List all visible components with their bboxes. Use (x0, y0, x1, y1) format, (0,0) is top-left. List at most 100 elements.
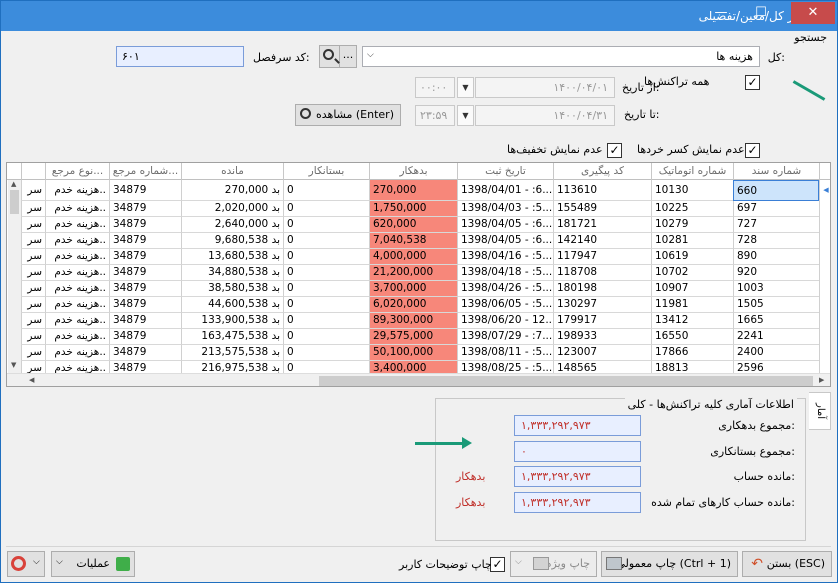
table-cell[interactable]: هزینه خدم.. (45, 329, 109, 345)
table-cell[interactable]: 0 (283, 233, 369, 249)
print-normal-button[interactable]: چاپ معمولی (Ctrl + 1) (601, 551, 738, 577)
print-desc-checkbox[interactable]: ✓ (490, 557, 505, 572)
table-cell[interactable]: 7,040,538 (369, 233, 457, 249)
table-cell[interactable]: 4,000,000 (369, 249, 457, 265)
table-cell[interactable]: 1398/04/03 - :5... (457, 201, 553, 217)
table-cell[interactable]: 34879 (109, 180, 181, 201)
table-cell[interactable]: 34879 (109, 281, 181, 297)
row-selector[interactable] (819, 281, 830, 297)
table-cell[interactable]: هزینه خدم.. (45, 297, 109, 313)
table-cell[interactable]: 0 (283, 345, 369, 361)
table-cell[interactable]: 180198 (553, 281, 651, 297)
scroll-right-icon[interactable]: ▶ (819, 376, 824, 384)
table-cell[interactable]: 29,575,000 (369, 329, 457, 345)
table-cell[interactable]: 620,000 (369, 217, 457, 233)
table-row[interactable]: سر هزینه خدم.. 34879 9,680,538 بد 0 7,040,538… (7, 233, 830, 249)
table-cell[interactable]: 50,100,000 (369, 345, 457, 361)
table-cell[interactable]: 1505 (733, 297, 819, 313)
horizontal-scrollbar[interactable]: ◀ ▶ (7, 373, 830, 386)
row-selector[interactable] (819, 217, 830, 233)
close-button[interactable]: ↶ بستن (ESC) (742, 551, 832, 577)
completed-balance-field[interactable]: ۱,۳۳۳,۲۹۲,۹۷۳ (514, 492, 641, 513)
table-cell[interactable]: 13,680,538 بد (181, 249, 283, 265)
table-cell[interactable]: 0 (283, 313, 369, 329)
table-cell[interactable]: 890 (733, 249, 819, 265)
to-date-input[interactable]: ۱۴۰۰/۰۴/۳۱ (475, 105, 615, 126)
table-cell[interactable]: هزینه خدم.. (45, 233, 109, 249)
table-row[interactable]: سر هزینه خدم.. 34879 163,475,538 بد 0 29,575,… (7, 329, 830, 345)
table-cell[interactable]: سر (21, 180, 45, 201)
table-cell[interactable]: 727 (733, 217, 819, 233)
table-cell[interactable]: 34879 (109, 217, 181, 233)
table-cell[interactable]: 34879 (109, 345, 181, 361)
vertical-scroll-thumb[interactable] (10, 190, 19, 214)
current-row-icon[interactable]: ◀ (819, 180, 830, 201)
column-header[interactable]: کد پیگیری (553, 163, 651, 180)
table-row[interactable]: سر هزینه خدم.. 34879 13,680,538 بد 0 4,000,00… (7, 249, 830, 265)
table-cell[interactable]: 34879 (109, 249, 181, 265)
table-cell[interactable]: 2,640,000 بد (181, 217, 283, 233)
table-cell[interactable]: 213,575,538 بد (181, 345, 283, 361)
table-cell[interactable]: 1398/04/26 - :5... (457, 281, 553, 297)
table-cell[interactable]: 697 (733, 201, 819, 217)
help-button[interactable]: ⌵ (7, 551, 45, 577)
close-window-button[interactable]: ✕ (791, 2, 835, 24)
row-selector[interactable] (819, 233, 830, 249)
table-cell[interactable]: 21,200,000 (369, 265, 457, 281)
table-cell[interactable]: 10281 (651, 233, 733, 249)
table-cell[interactable]: 1398/06/20 - 12... (457, 313, 553, 329)
table-cell[interactable]: هزینه خدم.. (45, 345, 109, 361)
table-cell[interactable]: هزینه خدم.. (45, 281, 109, 297)
table-cell[interactable]: 34879 (109, 265, 181, 281)
table-cell[interactable]: 270,000 بد (181, 180, 283, 201)
table-cell[interactable]: هزینه خدم.. (45, 313, 109, 329)
table-cell[interactable]: هزینه خدم.. (45, 265, 109, 281)
column-header[interactable]: شماره اتوماتیک (651, 163, 733, 180)
table-cell[interactable]: 0 (283, 201, 369, 217)
table-cell[interactable]: 10130 (651, 180, 733, 201)
balance-field[interactable]: ۱,۳۳۳,۲۹۲,۹۷۳ (514, 466, 641, 487)
table-cell[interactable]: 660 (733, 180, 819, 201)
code-input[interactable]: ۶۰۱ (116, 46, 244, 67)
table-cell[interactable]: 163,475,538 بد (181, 329, 283, 345)
table-cell[interactable]: هزینه خدم.. (45, 249, 109, 265)
table-row[interactable]: سر هزینه خدم.. 34879 38,580,538 بد 0 3,700,00… (7, 281, 830, 297)
table-cell[interactable]: 155489 (553, 201, 651, 217)
credit-total-field[interactable]: ۰ (514, 441, 641, 462)
table-cell[interactable]: 38,580,538 بد (181, 281, 283, 297)
table-cell[interactable]: سر (21, 233, 45, 249)
table-cell[interactable]: 6,020,000 (369, 297, 457, 313)
title-bar[interactable]: دفتر کل/معین/تفضیلی — ☐ ✕ (1, 1, 837, 31)
table-cell[interactable]: 1398/04/05 - :6... (457, 217, 553, 233)
table-row[interactable]: سر هزینه خدم.. 34879 213,575,538 بد 0 50,100,… (7, 345, 830, 361)
table-cell[interactable]: 0 (283, 265, 369, 281)
table-cell[interactable]: 0 (283, 297, 369, 313)
column-header[interactable]: تاریخ ثبت (457, 163, 553, 180)
table-row[interactable]: سر هزینه خدم.. 34879 2,640,000 بد 0 620,000 13… (7, 217, 830, 233)
column-header[interactable]: بستانکار (283, 163, 369, 180)
table-cell[interactable]: 34879 (109, 201, 181, 217)
table-cell[interactable]: 1398/07/29 - :7... (457, 329, 553, 345)
to-date-dropdown[interactable]: ▼ (457, 105, 474, 126)
table-cell[interactable]: 0 (283, 217, 369, 233)
table-cell[interactable]: 1003 (733, 281, 819, 297)
table-cell[interactable]: 179917 (553, 313, 651, 329)
table-cell[interactable]: 0 (283, 281, 369, 297)
column-header[interactable]: شماره مرجع... (109, 163, 181, 180)
table-cell[interactable]: سر (21, 329, 45, 345)
table-cell[interactable]: 0 (283, 180, 369, 201)
browse-button[interactable]: ... (339, 45, 357, 68)
table-cell[interactable]: سر (21, 249, 45, 265)
from-time-input[interactable]: ۰۰:۰۰ (415, 77, 455, 98)
print-special-button[interactable]: ⌵ چاپ ویژه (510, 551, 597, 577)
column-header[interactable]: شماره سند (733, 163, 819, 180)
table-cell[interactable]: 1398/04/05 - :6... (457, 233, 553, 249)
table-cell[interactable]: 1398/04/18 - :5... (457, 265, 553, 281)
search-button[interactable] (319, 45, 340, 68)
table-cell[interactable]: 920 (733, 265, 819, 281)
to-time-input[interactable]: ۲۳:۵۹ (415, 105, 455, 126)
table-cell[interactable]: 89,300,000 (369, 313, 457, 329)
table-cell[interactable]: 123007 (553, 345, 651, 361)
column-header[interactable] (21, 163, 45, 180)
table-cell[interactable]: هزینه خدم.. (45, 217, 109, 233)
